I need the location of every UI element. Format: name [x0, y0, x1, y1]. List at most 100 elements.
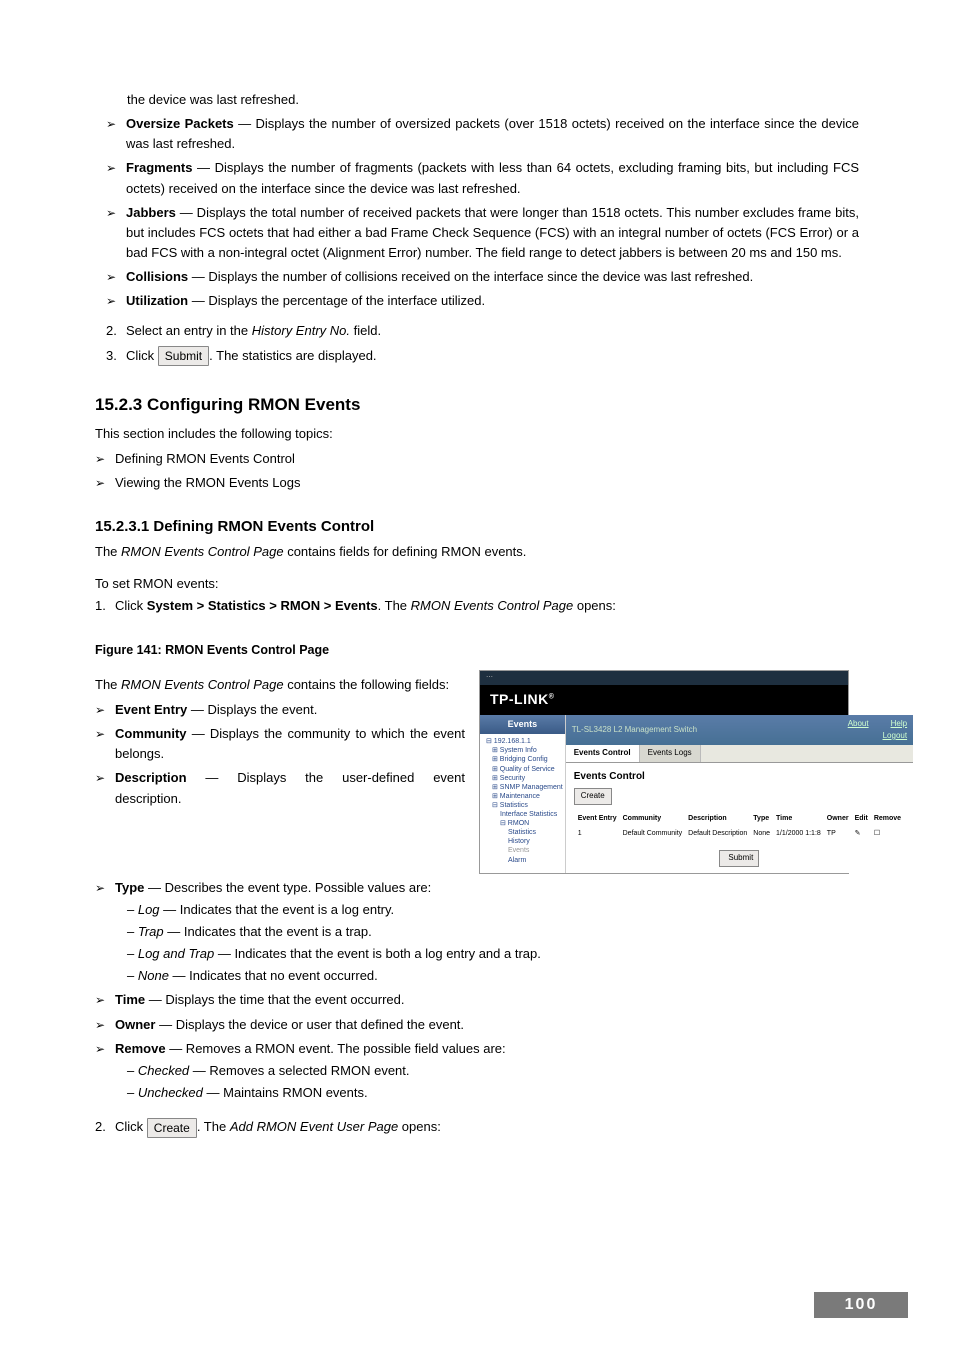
page-content: the device was last refreshed. ➢ Oversiz… — [0, 0, 954, 1138]
triangle-icon: ➢ — [95, 1015, 115, 1035]
tree-node[interactable]: ⊞ SNMP Management — [482, 783, 563, 792]
sub-item-none: – None — Indicates that no event occurre… — [127, 966, 859, 986]
heading-15231: 15.2.3.1 Defining RMON Events Control — [95, 515, 859, 538]
triangle-icon: ➢ — [106, 158, 126, 178]
sidebar: Events ⊟ 192.168.1.1⊞ System Info⊞ Bridg… — [480, 715, 566, 873]
tree-node[interactable]: History — [482, 837, 563, 846]
bullet-description: ➢ Description — Displays the user-define… — [95, 768, 465, 808]
panel-heading: Events Control — [574, 769, 905, 785]
tree-node[interactable]: ⊞ Bridging Config — [482, 755, 563, 764]
step-2: 2. Select an entry in the History Entry … — [106, 321, 859, 341]
window-dots-icon: ⋯ — [486, 673, 493, 684]
step-1: 1. Click System > Statistics > RMON > Ev… — [95, 596, 859, 616]
section-intro: This section includes the following topi… — [95, 424, 859, 444]
page-number: 100 — [814, 1292, 908, 1318]
table-header-cell: Event Entry — [576, 813, 619, 826]
tree-node[interactable]: ⊟ 192.168.1.1 — [482, 737, 563, 746]
step-create: 2. Click Create. The Add RMON Event User… — [95, 1117, 859, 1138]
sidebar-header: Events — [480, 715, 565, 735]
table-cell[interactable]: ✎ — [853, 828, 870, 841]
triangle-icon: ➢ — [106, 267, 126, 287]
sub-item-trap: – Trap — Indicates that the event is a t… — [127, 922, 859, 942]
triangle-icon: ➢ — [95, 449, 115, 469]
tree-node[interactable]: Interface Statistics — [482, 810, 563, 819]
table-cell: 1 — [576, 828, 619, 841]
table-header-cell: Edit — [853, 813, 870, 826]
help-link[interactable]: Help — [891, 719, 907, 728]
figure-caption: Figure 141: RMON Events Control Page — [95, 641, 859, 660]
bullet-owner: ➢ Owner — Displays the device or user th… — [95, 1015, 859, 1035]
about-link[interactable]: About — [848, 718, 869, 743]
events-table: Event EntryCommunityDescriptionTypeTimeO… — [574, 811, 905, 843]
logout-link[interactable]: Logout — [883, 731, 907, 740]
table-header-cell: Type — [751, 813, 772, 826]
screenshot-rmon-events: ⋯ TP-LINK® Events ⊟ 192.168.1.1⊞ System … — [479, 670, 849, 874]
bullet-oversize: ➢ Oversize Packets — Displays the number… — [106, 114, 859, 154]
table-cell[interactable]: ☐ — [872, 828, 903, 841]
tree-node[interactable]: Events — [482, 846, 563, 855]
table-header-cell: Community — [621, 813, 685, 826]
sub-item-log-and-trap: – Log and Trap — Indicates that the even… — [127, 944, 859, 964]
content-pane: TL-SL3428 L2 Management Switch About Hel… — [566, 715, 913, 873]
tree-node[interactable]: Alarm — [482, 856, 563, 865]
bullet-time: ➢ Time — Displays the time that the even… — [95, 990, 859, 1010]
create-button[interactable]: Create — [574, 788, 612, 804]
bullet-collisions: ➢ Collisions — Displays the number of co… — [106, 267, 859, 287]
table-header-cell: Time — [774, 813, 823, 826]
tree-node[interactable]: ⊟ Statistics — [482, 801, 563, 810]
tab-events-logs[interactable]: Events Logs — [640, 745, 701, 761]
bullet-type: ➢ Type — Describes the event type. Possi… — [95, 878, 859, 898]
tree-node[interactable]: ⊞ Maintenance — [482, 792, 563, 801]
tree-node[interactable]: ⊞ System Info — [482, 746, 563, 755]
triangle-icon: ➢ — [95, 700, 115, 720]
triangle-icon: ➢ — [95, 1039, 115, 1059]
table-header-cell: Remove — [872, 813, 903, 826]
sub-item-unchecked: – Unchecked — Maintains RMON events. — [127, 1083, 859, 1103]
topic-item: ➢ Viewing the RMON Events Logs — [95, 473, 859, 493]
table-cell: Default Description — [686, 828, 749, 841]
table-header-cell: Owner — [825, 813, 851, 826]
text: The RMON Events Control Page contains fi… — [95, 542, 859, 562]
triangle-icon: ➢ — [106, 114, 126, 134]
table-header-cell: Description — [686, 813, 749, 826]
table-cell: Default Community — [621, 828, 685, 841]
window-title-bar: ⋯ — [480, 671, 848, 685]
brand-logo: TP-LINK® — [480, 685, 848, 715]
triangle-icon: ➢ — [95, 473, 115, 493]
two-column-layout: The RMON Events Control Page contains th… — [95, 670, 859, 874]
content-titlebar: TL-SL3428 L2 Management Switch About Hel… — [566, 715, 913, 746]
create-button[interactable]: Create — [147, 1118, 197, 1138]
nav-tree[interactable]: ⊟ 192.168.1.1⊞ System Info⊞ Bridging Con… — [480, 734, 565, 870]
bullet-remove: ➢ Remove — Removes a RMON event. The pos… — [95, 1039, 859, 1059]
tab-events-control[interactable]: Events Control — [566, 745, 640, 761]
tree-node[interactable]: Statistics — [482, 828, 563, 837]
submit-button[interactable]: Submit — [158, 346, 209, 366]
sub-item-checked: – Checked — Removes a selected RMON even… — [127, 1061, 859, 1081]
submit-button[interactable]: Submit — [719, 850, 759, 866]
triangle-icon: ➢ — [106, 291, 126, 311]
tree-node[interactable]: ⊞ Security — [482, 774, 563, 783]
triangle-icon: ➢ — [95, 724, 115, 744]
continued-text: the device was last refreshed. — [127, 90, 859, 110]
topic-item: ➢ Defining RMON Events Control — [95, 449, 859, 469]
bullet-fragments: ➢ Fragments — Displays the number of fra… — [106, 158, 859, 198]
text: To set RMON events: — [95, 574, 859, 594]
triangle-icon: ➢ — [95, 990, 115, 1010]
triangle-icon: ➢ — [95, 878, 115, 898]
titlebar-text: TL-SL3428 L2 Management Switch — [572, 724, 697, 736]
triangle-icon: ➢ — [95, 768, 115, 788]
heading-1523: 15.2.3 Configuring RMON Events — [95, 392, 859, 418]
right-column: ⋯ TP-LINK® Events ⊟ 192.168.1.1⊞ System … — [479, 670, 859, 874]
tree-node[interactable]: ⊟ RMON — [482, 819, 563, 828]
sub-item-log: – Log — Indicates that the event is a lo… — [127, 900, 859, 920]
tab-bar: Events Control Events Logs — [566, 745, 913, 762]
tree-node[interactable]: ⊞ Quality of Service — [482, 765, 563, 774]
text: The RMON Events Control Page contains th… — [95, 674, 465, 696]
bullet-utilization: ➢ Utilization — Displays the percentage … — [106, 291, 859, 311]
left-column: The RMON Events Control Page contains th… — [95, 670, 465, 874]
step-3: 3. Click Submit. The statistics are disp… — [106, 346, 859, 367]
bullet-event-entry: ➢ Event Entry — Displays the event. — [95, 700, 465, 720]
table-cell: 1/1/2000 1:1:8 — [774, 828, 823, 841]
table-cell: TP — [825, 828, 851, 841]
triangle-icon: ➢ — [106, 203, 126, 223]
